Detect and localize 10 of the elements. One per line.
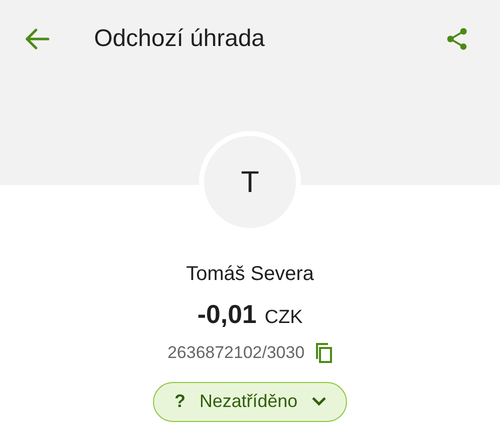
back-icon[interactable] bbox=[24, 27, 50, 51]
account-number: 2636872102/3030 bbox=[167, 342, 305, 364]
payee-name: Tomáš Severa bbox=[186, 262, 314, 287]
page-title: Odchozí úhrada bbox=[94, 24, 265, 54]
chevron-icon bbox=[312, 397, 326, 406]
avatar: T bbox=[204, 136, 296, 228]
currency: CZK bbox=[264, 306, 303, 330]
copy-icon[interactable] bbox=[314, 342, 333, 363]
category-chip[interactable]: ? Nezatříděno bbox=[153, 382, 347, 422]
amount: -0,01 bbox=[197, 298, 257, 331]
